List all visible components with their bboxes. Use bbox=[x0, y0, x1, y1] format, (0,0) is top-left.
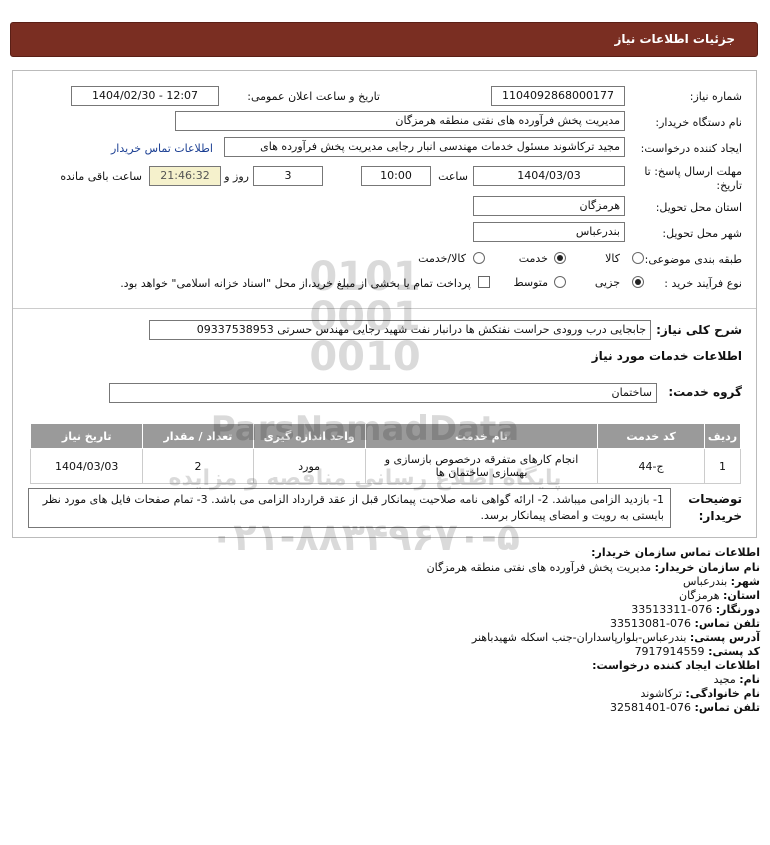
buyer-notes-field: 1- بازدید الزامی میباشد. 2- ارائه گواهی … bbox=[28, 488, 671, 528]
deadline-days-field: 3 bbox=[253, 166, 323, 186]
col-qty: تعداد / مقدار bbox=[142, 423, 254, 449]
page-header: جزئیات اطلاعات نیاز bbox=[10, 22, 758, 57]
service-group-label: گروه خدمت: bbox=[668, 385, 742, 399]
col-name: نام خدمت bbox=[364, 423, 599, 449]
contact-province-value: هرمزگان bbox=[679, 589, 720, 602]
fax-line: دورنگار: 076-33513311 bbox=[631, 603, 760, 616]
col-code: کد خدمت bbox=[597, 423, 706, 449]
treasury-payment-note: پرداخت تمام یا بخشی از مبلغ خرید،از محل … bbox=[120, 277, 471, 290]
postal-label: کد پستی: bbox=[708, 645, 760, 658]
remaining-time-field: 21:46:32 bbox=[149, 166, 221, 186]
category-option-service: خدمت bbox=[518, 252, 548, 265]
purchase-option-minor: جزیی bbox=[594, 276, 620, 289]
category-radio-goods-service[interactable] bbox=[473, 252, 485, 264]
announce-datetime-label: تاریخ و ساعت اعلان عمومی: bbox=[247, 90, 380, 103]
divider bbox=[13, 308, 756, 309]
address-line: آدرس پستی: بندرعباس-بلوارپاسداران-جنب اس… bbox=[472, 631, 760, 644]
cell-name: انجام کارهای متفرقه درخصوص بازسازی و بهس… bbox=[364, 448, 599, 484]
last-name-label: نام خانوادگی: bbox=[685, 687, 760, 700]
table-row: 1 ج-44 انجام کارهای متفرقه درخصوص بازساز… bbox=[29, 448, 741, 484]
deadline-time-field: 10:00 bbox=[361, 166, 431, 186]
summary-label: شرح کلی نیاز: bbox=[656, 323, 742, 337]
category-option-goods-service: کالا/خدمت bbox=[418, 252, 466, 265]
deadline-time-label: ساعت bbox=[438, 170, 468, 183]
province-field: هرمزگان bbox=[473, 196, 625, 216]
province-label: استان محل تحویل: bbox=[655, 201, 742, 214]
col-date: تاریخ نیاز bbox=[29, 423, 144, 449]
contact-city-label: شهر: bbox=[730, 575, 760, 588]
purchase-option-medium: متوسط bbox=[513, 276, 548, 289]
fax-value: 076-33513311 bbox=[631, 603, 713, 616]
deadline-days-label: روز و bbox=[224, 170, 249, 183]
contact-province-label: استان: bbox=[723, 589, 760, 602]
creator-label: ایجاد کننده درخواست: bbox=[640, 142, 742, 155]
postal-line: کد پستی: 7917914559 bbox=[635, 645, 760, 658]
first-name-value: مجید bbox=[713, 673, 736, 686]
services-table: ردیف کد خدمت نام خدمت واحد اندازه گیری ت… bbox=[29, 423, 741, 484]
first-name-line: نام: مجید bbox=[714, 673, 760, 686]
address-value: بندرعباس-بلوارپاسداران-جنب اسکله شهیدباه… bbox=[471, 631, 687, 644]
table-header-row: ردیف کد خدمت نام خدمت واحد اندازه گیری ت… bbox=[29, 423, 741, 449]
postal-value: 7917914559 bbox=[634, 645, 705, 658]
deadline-label-date: تاریخ: bbox=[716, 179, 742, 192]
category-radio-service[interactable] bbox=[554, 252, 566, 264]
cell-qty: 2 bbox=[142, 448, 254, 484]
fax-label: دورنگار: bbox=[715, 603, 760, 616]
buyer-name-line: نام سازمان خریدار: مدیریت پخش فرآورده ها… bbox=[427, 561, 760, 574]
phone-label: تلفن تماس: bbox=[694, 617, 760, 630]
cell-row: 1 bbox=[704, 448, 741, 484]
first-name-label: نام: bbox=[739, 673, 760, 686]
city-field: بندرعباس bbox=[473, 222, 625, 242]
buyer-org-field: مدیریت پخش فرآورده های نفتی منطقه هرمزگا… bbox=[175, 111, 625, 131]
phone-value: 076-33513081 bbox=[610, 617, 692, 630]
need-number-label: شماره نیاز: bbox=[689, 90, 742, 103]
need-number-field: 1104092868000177 bbox=[491, 86, 625, 106]
buyer-name-value: مدیریت پخش فرآورده های نفتی منطقه هرمزگا… bbox=[426, 561, 652, 574]
deadline-label: مهلت ارسال پاسخ: تا bbox=[644, 165, 742, 178]
category-option-goods: کالا bbox=[605, 252, 620, 265]
cell-unit: مورد bbox=[252, 448, 366, 484]
service-group-field: ساختمان bbox=[109, 383, 657, 403]
category-label: طبقه بندی موضوعی: bbox=[644, 253, 742, 266]
purchase-type-label: نوع فرآیند خرید : bbox=[664, 277, 742, 290]
creator-phone-value: 076-32581401 bbox=[610, 701, 692, 714]
announce-datetime-field: 1404/02/30 - 12:07 bbox=[71, 86, 219, 106]
buyer-name-label: نام سازمان خریدار: bbox=[654, 561, 760, 574]
buyer-notes-label-2: خریدار: bbox=[698, 509, 742, 523]
purchase-radio-medium[interactable] bbox=[554, 276, 566, 288]
buyer-notes-label: توضیحات bbox=[688, 492, 742, 506]
address-label: آدرس پستی: bbox=[689, 631, 760, 644]
category-radio-goods[interactable] bbox=[632, 252, 644, 264]
buyer-contact-heading: اطلاعات تماس سازمان خریدار: bbox=[591, 546, 760, 559]
buyer-contact-link[interactable]: اطلاعات تماس خریدار bbox=[111, 142, 213, 155]
services-heading: اطلاعات خدمات مورد نیاز bbox=[591, 349, 742, 363]
creator-contact-heading: اطلاعات ایجاد کننده درخواست: bbox=[592, 659, 760, 672]
city-label: شهر محل تحویل: bbox=[662, 227, 742, 240]
province-line: استان: هرمزگان bbox=[679, 589, 760, 602]
last-name-value: ترکاشوند bbox=[640, 687, 682, 700]
remaining-time-label: ساعت باقی مانده bbox=[60, 170, 142, 183]
deadline-date-field: 1404/03/03 bbox=[473, 166, 625, 186]
creator-phone-label: تلفن تماس: bbox=[694, 701, 760, 714]
treasury-payment-checkbox[interactable] bbox=[478, 276, 490, 288]
buyer-org-label: نام دستگاه خریدار: bbox=[655, 116, 742, 129]
col-row: ردیف bbox=[704, 423, 741, 449]
summary-field: جابجایی درب ورودی حراست نفتکش ها درانبار… bbox=[149, 320, 651, 340]
city-line: شهر: بندرعباس bbox=[683, 575, 760, 588]
phone-line: تلفن تماس: 076-33513081 bbox=[610, 617, 760, 630]
page-title: جزئیات اطلاعات نیاز bbox=[614, 32, 735, 46]
creator-phone-line: تلفن تماس: 076-32581401 bbox=[610, 701, 760, 714]
purchase-radio-minor[interactable] bbox=[632, 276, 644, 288]
cell-date: 1404/03/03 bbox=[29, 448, 144, 484]
creator-field: مجید ترکاشوند مسئول خدمات مهندسی انبار ر… bbox=[224, 137, 625, 157]
cell-code: ج-44 bbox=[597, 448, 706, 484]
last-name-line: نام خانوادگی: ترکاشوند bbox=[640, 687, 760, 700]
contact-city-value: بندرعباس bbox=[683, 575, 728, 588]
col-unit: واحد اندازه گیری bbox=[252, 423, 366, 449]
